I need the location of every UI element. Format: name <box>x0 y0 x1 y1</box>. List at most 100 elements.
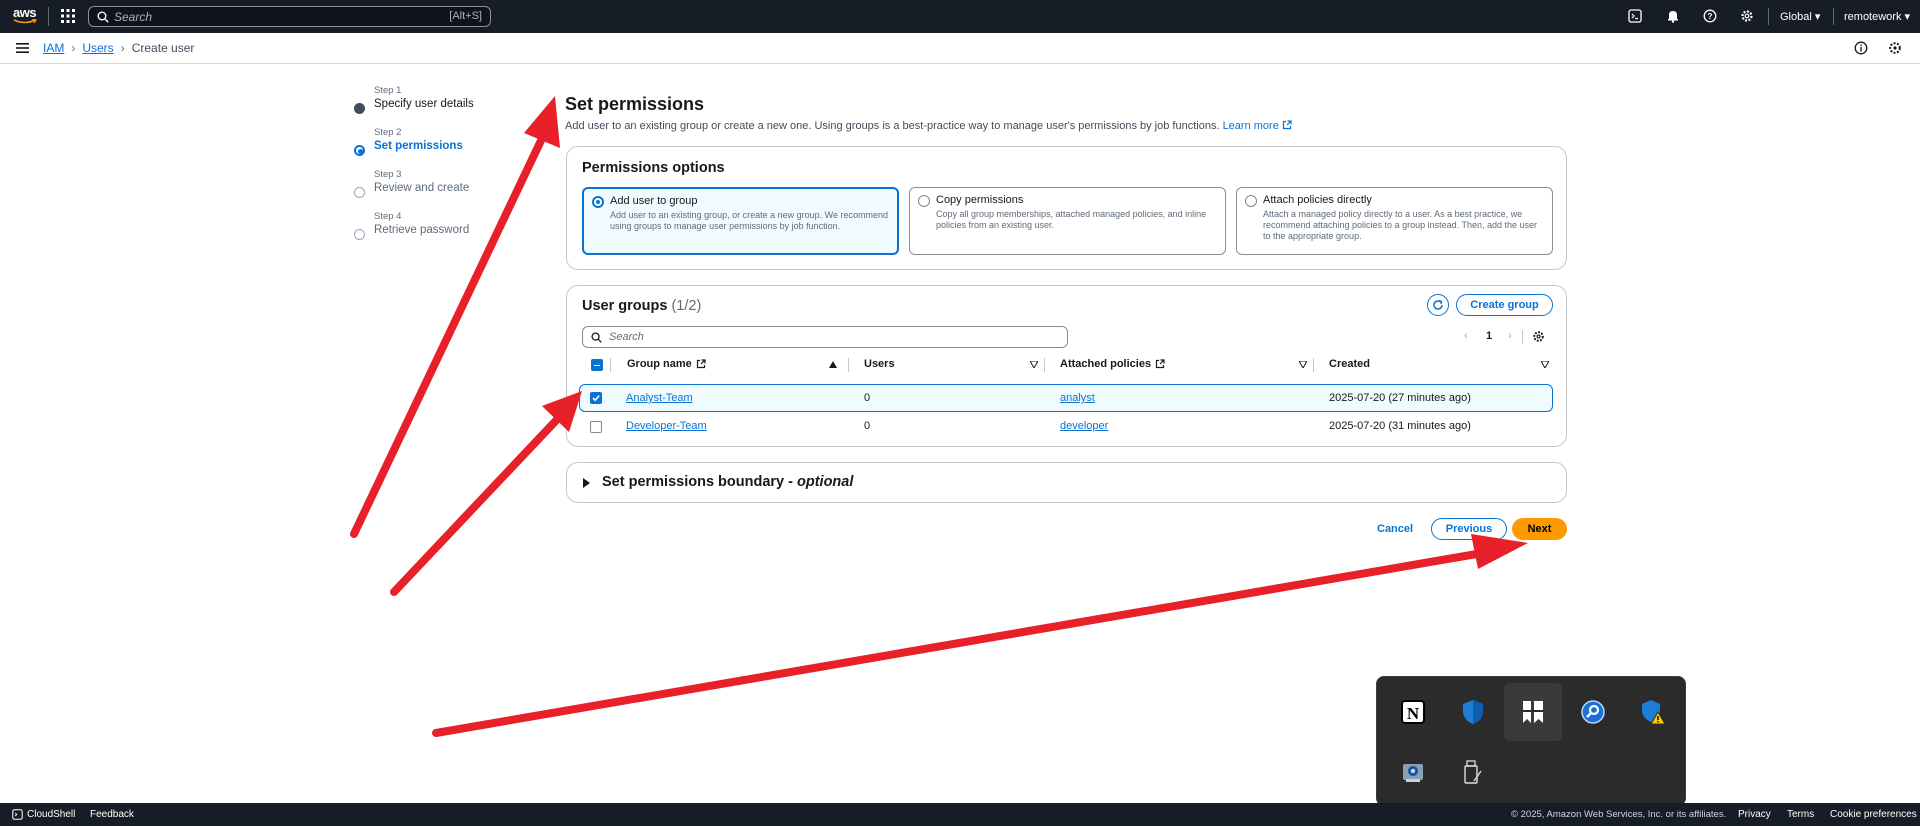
cloudshell-icon[interactable] <box>1628 9 1642 23</box>
option-title: Copy permissions <box>936 194 1024 206</box>
option-title: Add user to group <box>610 195 698 207</box>
learn-more-link[interactable]: Learn more <box>1223 120 1292 132</box>
user-groups-title-text: User groups <box>582 298 668 314</box>
usb-drive-icon[interactable] <box>1444 743 1502 801</box>
policy-link[interactable]: analyst <box>1060 392 1095 404</box>
column-group-name[interactable]: Group name <box>627 358 706 370</box>
radio-unselected[interactable] <box>1245 195 1257 207</box>
column-users[interactable]: Users <box>864 358 895 370</box>
account-menu[interactable]: remotework ▾ <box>1844 10 1910 23</box>
boundary-title: Set permissions boundary - optional <box>602 474 853 490</box>
user-groups-count: (1/2) <box>671 298 702 314</box>
sort-caret-down-icon[interactable] <box>1030 361 1038 368</box>
step-label: Retrieve password <box>374 224 470 236</box>
security-warning-shield-icon[interactable] <box>1624 683 1682 741</box>
previous-button[interactable]: Previous <box>1431 518 1507 540</box>
page-description: Add user to an existing group or create … <box>565 120 1292 132</box>
group-name-link[interactable]: Developer-Team <box>626 420 707 432</box>
bookmark-app-icon[interactable] <box>1504 683 1562 741</box>
groups-table-header: Group name Users Attached policies Creat… <box>582 352 1552 376</box>
option-attach-policies-directly[interactable]: Attach policies directly Attach a manage… <box>1236 187 1553 255</box>
step-active-indicator <box>354 145 365 156</box>
search-placeholder: Search <box>609 331 644 343</box>
boundary-optional-label: optional <box>797 474 854 490</box>
step-label: Set permissions <box>374 140 463 152</box>
permissions-boundary-expander[interactable]: Set permissions boundary - optional <box>566 462 1567 503</box>
cloudshell-link[interactable]: CloudShell <box>27 809 75 820</box>
region-selector[interactable]: Global ▾ <box>1780 10 1820 23</box>
wizard-steps: Step 1 Specify user details Step 2 Set p… <box>353 85 493 253</box>
option-description: Add user to an existing group, or create… <box>610 210 888 231</box>
create-group-button[interactable]: Create group <box>1456 294 1553 316</box>
menu-hamburger-icon[interactable] <box>16 42 29 54</box>
cloudshell-icon[interactable] <box>12 809 23 820</box>
defender-shield-icon[interactable] <box>1444 683 1502 741</box>
column-label: Attached policies <box>1060 358 1152 370</box>
row-checkbox[interactable] <box>590 421 602 433</box>
radio-selected[interactable] <box>592 196 604 208</box>
table-preferences-gear-icon[interactable] <box>1532 330 1545 343</box>
refresh-button[interactable] <box>1427 294 1449 316</box>
page-description-text: Add user to an existing group or create … <box>565 120 1220 132</box>
cookie-preferences-link[interactable]: Cookie preferences <box>1830 809 1917 820</box>
option-title: Attach policies directly <box>1263 194 1372 206</box>
row-checkbox[interactable] <box>590 392 602 404</box>
aws-logo[interactable]: aws <box>13 5 39 27</box>
option-copy-permissions[interactable]: Copy permissions Copy all group membersh… <box>909 187 1226 255</box>
select-all-checkbox[interactable] <box>591 359 603 371</box>
group-name-link[interactable]: Analyst-Team <box>626 392 693 404</box>
info-icon[interactable] <box>1854 41 1868 55</box>
next-button[interactable]: Next <box>1512 518 1567 540</box>
step-3: Step 3 Review and create <box>353 169 493 211</box>
global-search-input[interactable]: Search [Alt+S] <box>88 6 491 27</box>
radio-unselected[interactable] <box>918 195 930 207</box>
option-add-user-to-group[interactable]: Add user to group Add user to an existin… <box>582 187 899 255</box>
breadcrumb-users[interactable]: Users <box>82 41 113 55</box>
feedback-settings-icon[interactable] <box>1888 41 1902 55</box>
policy-link[interactable]: developer <box>1060 420 1108 432</box>
notifications-bell-icon[interactable] <box>1666 9 1680 23</box>
page-number[interactable]: 1 <box>1486 330 1492 342</box>
created-date: 2025-07-20 (31 minutes ago) <box>1329 420 1471 432</box>
column-attached-policies[interactable]: Attached policies <box>1060 358 1165 370</box>
chevron-right-icon: › <box>71 41 76 55</box>
feedback-link[interactable]: Feedback <box>90 809 134 820</box>
created-date: 2025-07-20 (27 minutes ago) <box>1329 392 1471 404</box>
help-icon[interactable]: ? <box>1703 9 1717 23</box>
magnifier-tool-icon[interactable] <box>1564 683 1622 741</box>
terms-link[interactable]: Terms <box>1787 809 1814 820</box>
step-1[interactable]: Step 1 Specify user details <box>353 85 493 127</box>
account-label: remotework <box>1844 11 1902 23</box>
services-grid-icon[interactable] <box>61 9 75 23</box>
webcam-app-icon[interactable] <box>1384 743 1442 801</box>
table-row[interactable]: Developer-Team 0 developer 2025-07-20 (3… <box>579 413 1553 441</box>
previous-page-chevron-icon[interactable]: ‹ <box>1464 330 1468 342</box>
step-number: Step 3 <box>374 169 402 180</box>
groups-search-input[interactable]: Search <box>582 326 1068 348</box>
step-2[interactable]: Step 2 Set permissions <box>353 127 493 169</box>
external-link-icon <box>1282 120 1292 130</box>
step-4: Step 4 Retrieve password <box>353 211 493 253</box>
next-page-chevron-icon[interactable]: › <box>1508 330 1512 342</box>
search-placeholder: Search <box>114 10 153 24</box>
search-shortcut: [Alt+S] <box>449 10 482 22</box>
table-row[interactable]: Analyst-Team 0 analyst 2025-07-20 (27 mi… <box>579 384 1553 412</box>
cancel-button[interactable]: Cancel <box>1377 523 1413 535</box>
sort-ascending-icon[interactable] <box>829 361 837 368</box>
page-title: Set permissions <box>565 94 705 114</box>
step-label: Specify user details <box>374 98 474 110</box>
column-created[interactable]: Created <box>1329 358 1370 370</box>
external-link-icon <box>1155 359 1165 369</box>
privacy-link[interactable]: Privacy <box>1738 809 1771 820</box>
caret-right-icon <box>583 478 590 488</box>
breadcrumb-iam[interactable]: IAM <box>43 41 64 55</box>
region-label: Global <box>1780 11 1812 23</box>
step-number: Step 1 <box>374 85 402 96</box>
chevron-right-icon: › <box>120 41 125 55</box>
breadcrumb: IAM › Users › Create user <box>43 41 194 55</box>
sort-caret-down-icon[interactable] <box>1541 361 1549 368</box>
notion-icon[interactable]: N <box>1384 683 1442 741</box>
sort-caret-down-icon[interactable] <box>1299 361 1307 368</box>
arrowhead-icon <box>524 96 560 148</box>
settings-gear-icon[interactable] <box>1740 9 1754 23</box>
